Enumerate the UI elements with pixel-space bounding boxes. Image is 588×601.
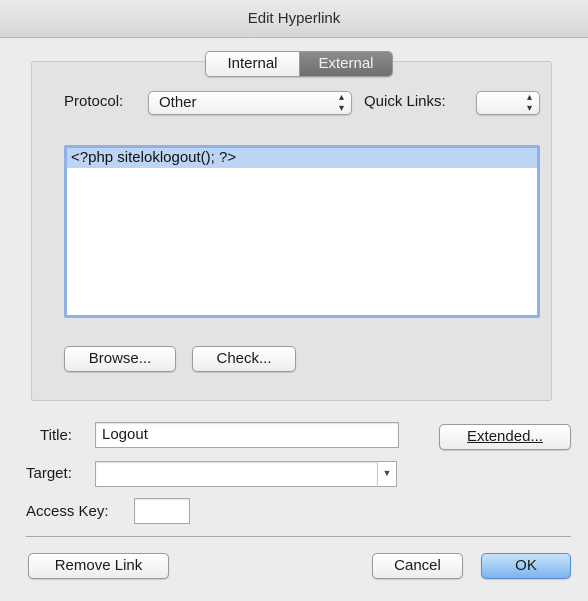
tab-control: Internal External [205, 51, 393, 77]
title-label: Title: [40, 427, 72, 444]
quick-links-select[interactable]: ▴ ▾ [476, 91, 540, 115]
check-button[interactable]: Check... [192, 346, 296, 372]
tab-external[interactable]: External [300, 52, 392, 76]
cancel-button[interactable]: Cancel [372, 553, 463, 579]
link-list[interactable]: <?php siteloklogout(); ?> [64, 145, 540, 318]
remove-link-button[interactable]: Remove Link [28, 553, 169, 579]
target-field[interactable] [95, 461, 378, 487]
protocol-value: Other [159, 94, 197, 111]
tab-internal[interactable]: Internal [206, 52, 300, 76]
target-label: Target: [26, 465, 72, 482]
window-title: Edit Hyperlink [0, 0, 588, 38]
title-field[interactable]: Logout [95, 422, 399, 448]
protocol-label: Protocol: [64, 93, 124, 110]
list-item[interactable]: <?php siteloklogout(); ?> [67, 148, 537, 168]
browse-button[interactable]: Browse... [64, 346, 176, 372]
quick-links-label: Quick Links: [364, 93, 446, 110]
divider [26, 536, 571, 537]
access-key-label: Access Key: [26, 503, 109, 520]
down-triangle-icon[interactable]: ▼ [377, 461, 397, 487]
extended-button[interactable]: Extended... [439, 424, 571, 450]
protocol-select[interactable]: Other ▴ ▾ [148, 91, 352, 115]
access-key-field[interactable] [134, 498, 190, 524]
up-down-arrows-icon: ▴ ▾ [338, 92, 344, 114]
ok-button[interactable]: OK [481, 553, 571, 579]
extended-label: Extended... [467, 428, 543, 445]
up-down-arrows-icon: ▴ ▾ [526, 92, 532, 114]
